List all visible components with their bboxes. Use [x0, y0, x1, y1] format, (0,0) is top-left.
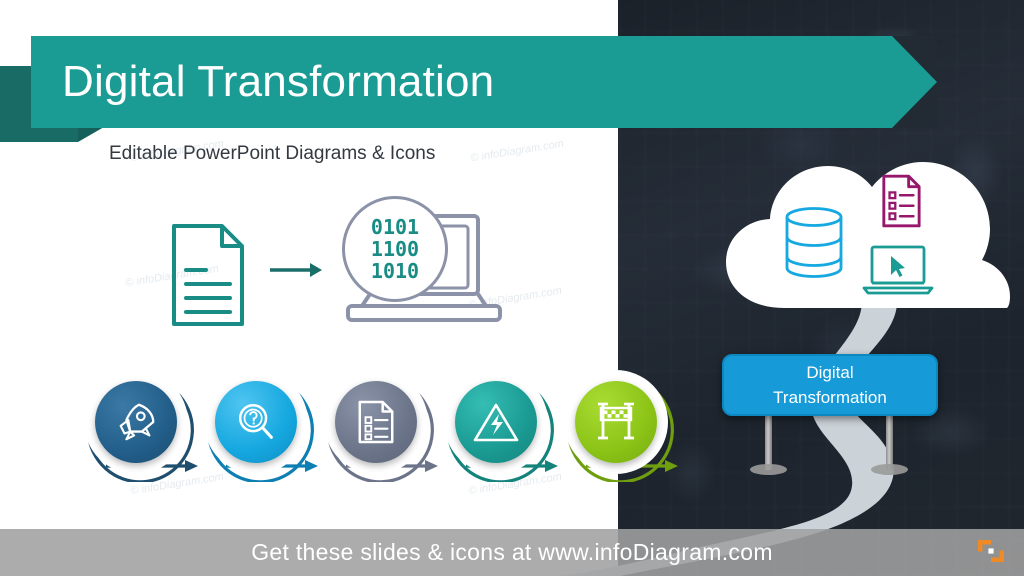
step-risk[interactable]	[444, 370, 548, 474]
step-launch[interactable]	[84, 370, 188, 474]
infodiagram-logo	[978, 540, 1004, 562]
checklist-document-icon	[335, 381, 417, 463]
road-sign-board[interactable]: Digital Transformation	[722, 354, 938, 416]
binary-line-2: 1100	[370, 237, 420, 261]
step-discover[interactable]	[204, 370, 308, 474]
magnifier-question-icon	[215, 381, 297, 463]
document-icon	[172, 224, 244, 326]
ribbon-notch-right	[892, 36, 937, 128]
warning-lightning-icon	[455, 381, 537, 463]
sign-base-right	[871, 464, 908, 475]
finish-line-icon	[575, 381, 657, 463]
binary-line-1: 0101	[370, 215, 420, 239]
checklist-document-icon	[882, 174, 921, 228]
step-plan[interactable]	[324, 370, 428, 474]
sign-post-left	[765, 412, 772, 470]
rocket-icon	[95, 381, 177, 463]
road-sign-line-2: Transformation	[773, 388, 887, 407]
road-sign-line-1: Digital	[806, 363, 854, 382]
arrow-right-icon	[270, 263, 322, 277]
binary-line-3: 1010	[370, 259, 420, 283]
database-icon	[785, 207, 843, 278]
page-title: Digital Transformation	[62, 57, 495, 106]
sign-base-left	[750, 464, 787, 475]
laptop-cursor-icon	[862, 245, 934, 295]
binary-code-text: 0101 1100 1010	[342, 196, 448, 302]
page-subtitle: Editable PowerPoint Diagrams & Icons	[109, 143, 436, 164]
sign-post-right	[886, 412, 893, 470]
footer-label: Get these slides & icons at www.infoDiag…	[251, 539, 773, 565]
slide-canvas: Digital Transformation Editable PowerPoi…	[0, 0, 1024, 576]
step-finish[interactable]	[564, 370, 668, 474]
